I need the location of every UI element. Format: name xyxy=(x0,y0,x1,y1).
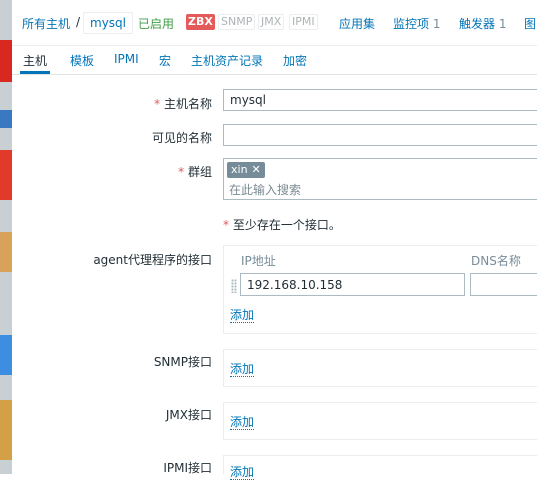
status-enabled[interactable]: 已启用 xyxy=(138,15,174,32)
agent-ip-input[interactable]: 192.168.10.158 xyxy=(240,273,465,296)
host-name-label-text: 主机名称 xyxy=(163,97,212,111)
groups-label: * 群组 xyxy=(178,163,212,180)
agent-dns-input[interactable] xyxy=(470,273,537,296)
jmx-interfaces-label: JMX接口 xyxy=(165,408,212,422)
add-agent-interface-link[interactable]: 添加 xyxy=(230,309,255,323)
breadcrumb-separator: / xyxy=(76,15,81,29)
drag-handle-icon[interactable] xyxy=(231,279,237,293)
group-chip-label: xin xyxy=(231,163,248,176)
add-snmp-interface-link[interactable]: 添加 xyxy=(230,363,255,377)
required-mark: * xyxy=(223,218,229,232)
tab-ipmi[interactable]: IPMI xyxy=(114,52,139,66)
ipmi-interfaces-label: IPMI接口 xyxy=(163,461,212,475)
link-items[interactable]: 监控项 1 xyxy=(393,15,440,32)
desktop-edge xyxy=(0,0,12,474)
host-name-value: mysql xyxy=(230,93,266,107)
link-triggers[interactable]: 触发器 1 xyxy=(459,15,506,32)
required-mark: * xyxy=(154,97,161,111)
desktop-icon-gold xyxy=(0,400,12,460)
link-items-label: 监控项 xyxy=(393,17,430,31)
group-chip[interactable]: xin ✕ xyxy=(227,162,265,178)
ipmi-interfaces-box: 添加 xyxy=(223,455,537,480)
snmp-interfaces-box: 添加 xyxy=(223,349,537,387)
host-name-input[interactable]: mysql xyxy=(223,89,537,111)
visible-name-input[interactable] xyxy=(223,124,537,146)
link-items-count: 1 xyxy=(432,17,441,31)
desktop-icon-orange xyxy=(0,232,12,272)
tab-templates[interactable]: 模板 xyxy=(70,52,94,69)
availability-zbx: ZBX xyxy=(186,14,215,30)
agent-interfaces-label: agent代理程序的接口 xyxy=(93,253,212,267)
active-tab-indicator xyxy=(20,71,50,74)
col-dns-name: DNS名称 xyxy=(471,254,521,268)
interface-required-note: * 至少存在一个接口。 xyxy=(223,216,341,233)
jmx-interfaces-box: 添加 xyxy=(223,402,537,440)
tab-encryption[interactable]: 加密 xyxy=(283,52,307,69)
host-tabs: 主机 模板 IPMI 宏 主机资产记录 加密 xyxy=(12,46,537,75)
host-edit-page: 所有主机 / mysql 已启用 ZBX SNMP JMX IPMI 应用集 监… xyxy=(12,0,537,480)
groups-label-text: 群组 xyxy=(187,165,212,179)
desktop-icon-blue xyxy=(0,110,12,128)
availability-jmx: JMX xyxy=(258,14,285,30)
groups-multiselect[interactable]: xin ✕ 在此输入搜索 xyxy=(223,158,537,200)
breadcrumb-current-host[interactable]: mysql xyxy=(83,12,133,34)
col-ip-address: IP地址 xyxy=(241,254,276,268)
tab-host[interactable]: 主机 xyxy=(23,52,47,69)
link-applications[interactable]: 应用集 xyxy=(339,15,375,32)
groups-search-placeholder[interactable]: 在此输入搜索 xyxy=(229,181,301,198)
tab-inventory[interactable]: 主机资产记录 xyxy=(191,52,263,69)
visible-name-label: 可见的名称 xyxy=(151,131,212,145)
availability-snmp: SNMP xyxy=(218,14,256,30)
link-graphs[interactable]: 图 xyxy=(524,15,536,32)
desktop-icon-red-2 xyxy=(0,150,12,200)
host-breadcrumb-bar: 所有主机 / mysql 已启用 ZBX SNMP JMX IPMI 应用集 监… xyxy=(12,0,537,46)
remove-chip-icon[interactable]: ✕ xyxy=(252,163,261,176)
availability-ipmi: IPMI xyxy=(289,14,318,30)
breadcrumb-all-hosts[interactable]: 所有主机 xyxy=(22,15,70,32)
agent-interfaces-box: IP地址 DNS名称 192.168.10.158 添加 xyxy=(223,245,537,334)
tab-macros[interactable]: 宏 xyxy=(159,52,171,69)
desktop-icon-red xyxy=(0,40,12,82)
snmp-interfaces-label: SNMP接口 xyxy=(153,355,212,369)
host-name-label: * 主机名称 xyxy=(154,95,212,112)
add-jmx-interface-link[interactable]: 添加 xyxy=(230,416,255,430)
add-ipmi-interface-link[interactable]: 添加 xyxy=(230,466,255,480)
required-mark: * xyxy=(178,165,185,179)
agent-ip-value: 192.168.10.158 xyxy=(247,278,343,292)
link-triggers-label: 触发器 xyxy=(459,17,496,31)
desktop-icon-blue-2 xyxy=(0,335,12,375)
link-triggers-count: 1 xyxy=(498,17,507,31)
interface-note-text: 至少存在一个接口。 xyxy=(232,218,341,232)
